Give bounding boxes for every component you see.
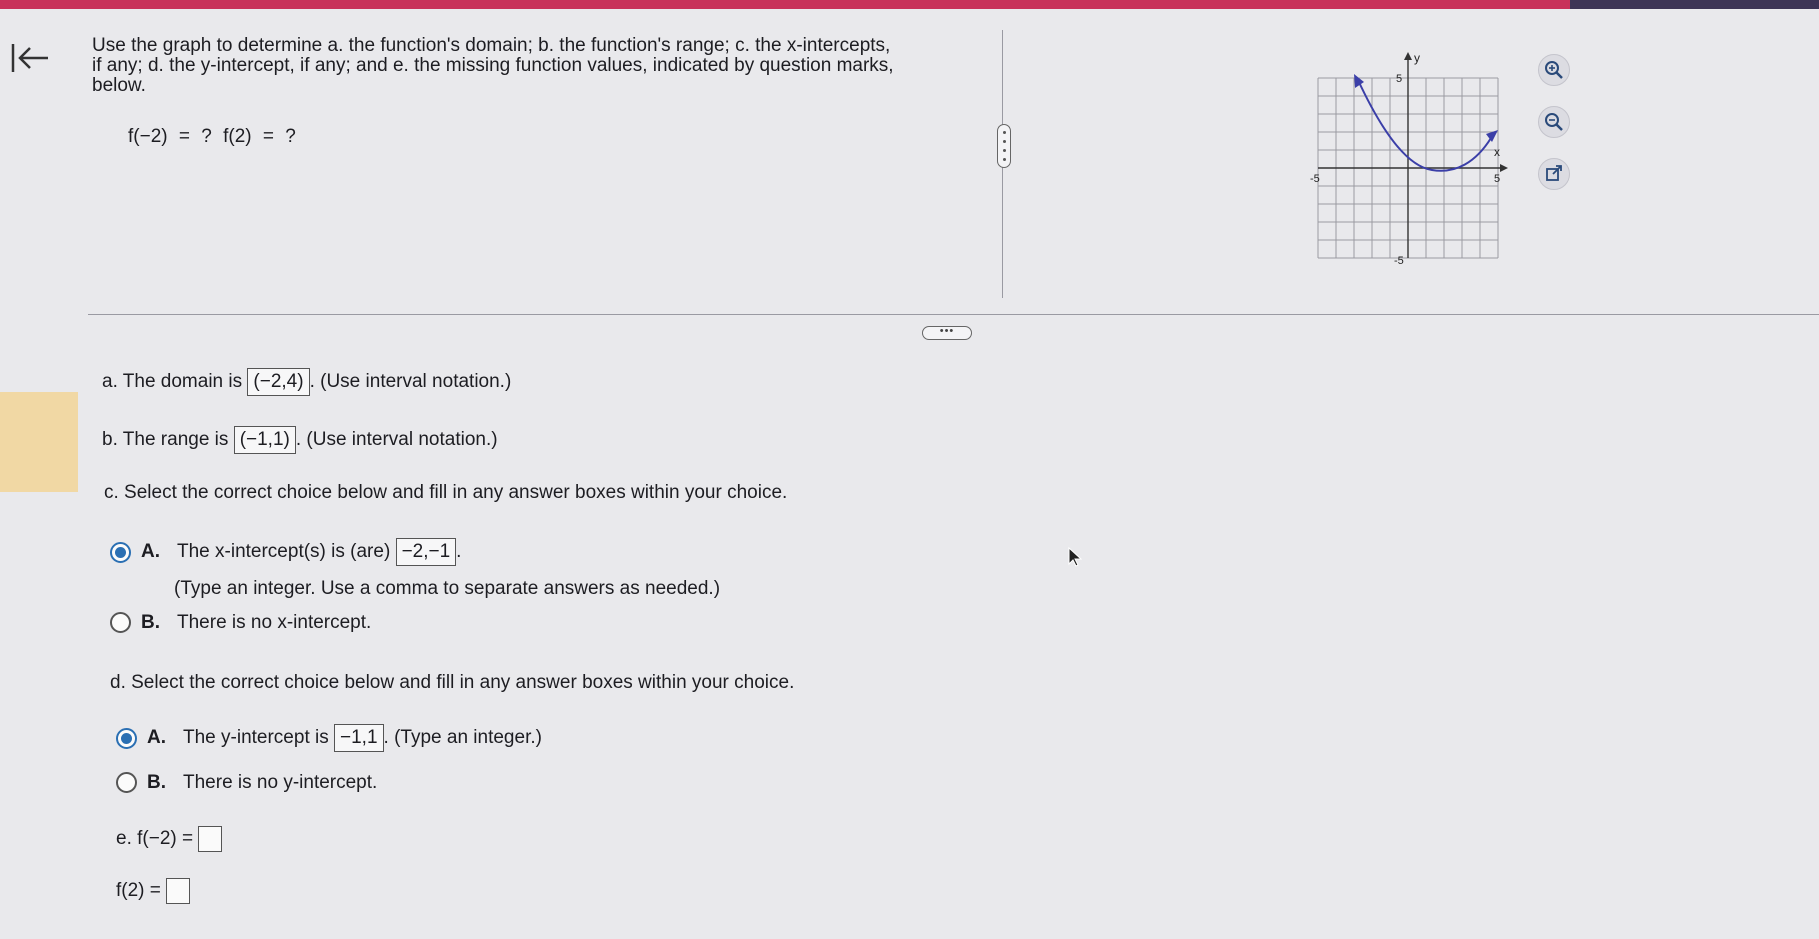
part-c-instruction: c. Select the correct choice below and f… [104,482,788,503]
part-c-radio-b[interactable] [110,612,131,634]
zoom-in-button[interactable] [1538,54,1570,86]
part-d-instruction: d. Select the correct choice below and f… [110,672,795,693]
f2-answer-box[interactable] [166,878,191,904]
x-intercepts-answer-box[interactable]: −2,−1 [395,538,457,566]
part-d-option-a[interactable]: A. The y-intercept is −1,1. (Type an inte… [116,724,542,752]
domain-answer-box[interactable]: (−2,4) [247,368,310,396]
zoom-in-icon [1545,61,1563,79]
vertical-resize-handle[interactable] [997,124,1011,168]
f-neg2-answer-box[interactable] [198,826,223,852]
y-axis-arrow-icon [1404,52,1412,60]
part-d-option-b-letter: B. [147,772,166,793]
part-e-f2-label: f(2) = [116,880,161,902]
zoom-out-button[interactable] [1538,106,1570,138]
part-c-option-a-suffix: . [456,541,462,563]
part-c-option-a[interactable]: A. The x-intercept(s) is (are) −2,−1. [110,538,461,566]
part-d-radio-a[interactable] [116,727,137,749]
part-e-row-2: f(2) = [116,878,191,904]
part-d-option-b[interactable]: B. There is no y-intercept. [116,772,377,794]
mouse-cursor-icon [1068,547,1082,567]
part-c-option-b-letter: B. [141,612,160,633]
x-left-tick-label: -5 [1310,173,1320,185]
y-bottom-tick-label: -5 [1394,255,1404,267]
part-c-option-a-note: (Type an integer. Use a comma to separat… [174,578,721,599]
back-arrow-icon[interactable] [10,40,50,76]
top-bar-right-segment [1570,0,1819,9]
part-a-row: a. The domain is (−2,4). (Use interval n… [102,368,511,396]
x-right-tick-label: 5 [1494,173,1500,185]
function-graph[interactable]: y x 5 -5 -5 5 [1308,48,1508,268]
part-c-option-b-text: There is no x-intercept. [177,612,372,633]
part-c-option-b[interactable]: B. There is no x-intercept. [110,612,371,634]
part-a-suffix: . (Use interval notation.) [309,371,512,393]
part-c-option-a-text: The x-intercept(s) is (are) [177,541,391,563]
part-b-row: b. The range is (−1,1). (Use interval no… [102,426,498,454]
part-a-label: a. The domain is [102,371,243,393]
part-c-radio-a[interactable] [110,541,131,563]
y-axis-label: y [1414,51,1420,65]
part-c-option-a-letter: A. [141,541,160,563]
question-line-1: Use the graph to determine a. the functi… [92,35,891,56]
graph-axes [1318,56,1506,258]
part-d-option-a-text: The y-intercept is [183,727,329,749]
x-axis-arrow-icon [1500,164,1508,172]
function-values-prompt: f(−2) = ? f(2) = ? [128,126,296,147]
part-e-f-neg2-label: e. f(−2) = [116,828,194,850]
side-tab-highlight [0,392,78,492]
top-accent-bar [0,0,1819,9]
part-b-label: b. The range is [102,429,229,451]
popout-button[interactable] [1538,158,1570,190]
range-answer-box[interactable]: (−1,1) [233,426,296,454]
part-d-radio-b[interactable] [116,772,137,794]
function-curve [1357,79,1492,172]
question-line-2: if any; d. the y-intercept, if any; and … [92,55,894,76]
part-d-option-b-text: There is no y-intercept. [183,772,378,793]
horizontal-resize-handle[interactable]: ••• [922,326,972,340]
part-b-suffix: . (Use interval notation.) [295,429,498,451]
question-text: Use the graph to determine a. the functi… [92,36,952,96]
y-intercept-answer-box[interactable]: −1,1 [334,724,384,752]
horizontal-pane-divider [88,314,1819,315]
external-link-icon [1546,165,1562,181]
y-top-tick-label: 5 [1396,73,1402,85]
zoom-out-icon [1545,113,1563,131]
question-line-3: below. [92,75,146,96]
part-d-option-a-suffix: . (Type an integer.) [383,727,542,749]
curve-start-arrow-icon [1354,74,1364,88]
part-d-option-a-letter: A. [147,727,166,749]
x-axis-label: x [1494,145,1500,159]
part-e-row-1: e. f(−2) = [116,826,223,852]
